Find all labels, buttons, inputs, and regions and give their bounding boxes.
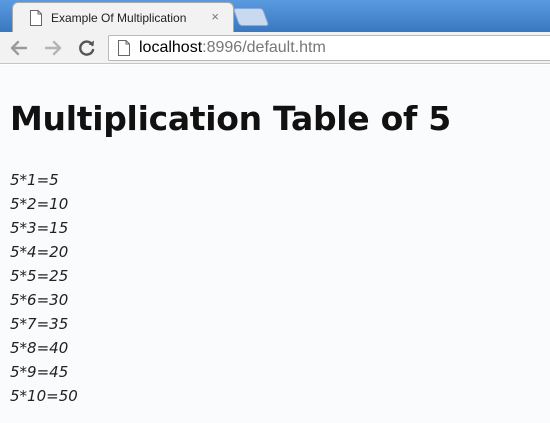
page-icon [117,40,131,56]
url-path: :8996/default.htm [202,39,326,56]
result-line: 5*4=20 [10,243,69,261]
result-line: 5*5=25 [10,267,69,285]
forward-button[interactable] [42,38,64,58]
result-line: 5*9=45 [10,363,69,381]
tab-active[interactable]: Example Of Multiplication × [12,2,234,32]
result-line: 5*6=30 [10,291,69,309]
url-host: localhost [139,39,203,56]
result-list: 5*1=5 5*2=10 5*3=15 5*4=20 5*5=25 5*6=30… [10,168,550,408]
result-line: 5*10=50 [10,387,78,405]
address-bar[interactable]: localhost:8996/default.htm [108,35,550,61]
result-line: 5*2=10 [10,195,69,213]
browser-window: Example Of Multiplication × localhost:8… [0,0,550,423]
close-tab-icon[interactable]: × [211,10,219,24]
result-line: 5*1=5 [10,171,59,189]
page-content: Multiplication Table of 5 5*1=5 5*2=10 5… [0,65,550,423]
reload-icon [79,40,95,56]
result-line: 5*8=40 [10,339,69,357]
arrow-right-icon [44,40,62,56]
tab-title: Example Of Multiplication [51,10,187,25]
back-button[interactable] [8,38,30,58]
toolbar: localhost:8996/default.htm [0,32,550,64]
tab-strip: Example Of Multiplication × [0,0,550,32]
page-title: Multiplication Table of 5 [10,99,451,138]
page-icon [29,9,43,26]
new-tab-button[interactable] [232,8,270,26]
arrow-left-icon [10,40,28,56]
result-line: 5*7=35 [10,315,69,333]
reload-button[interactable] [76,38,98,58]
result-line: 5*3=15 [10,219,69,237]
